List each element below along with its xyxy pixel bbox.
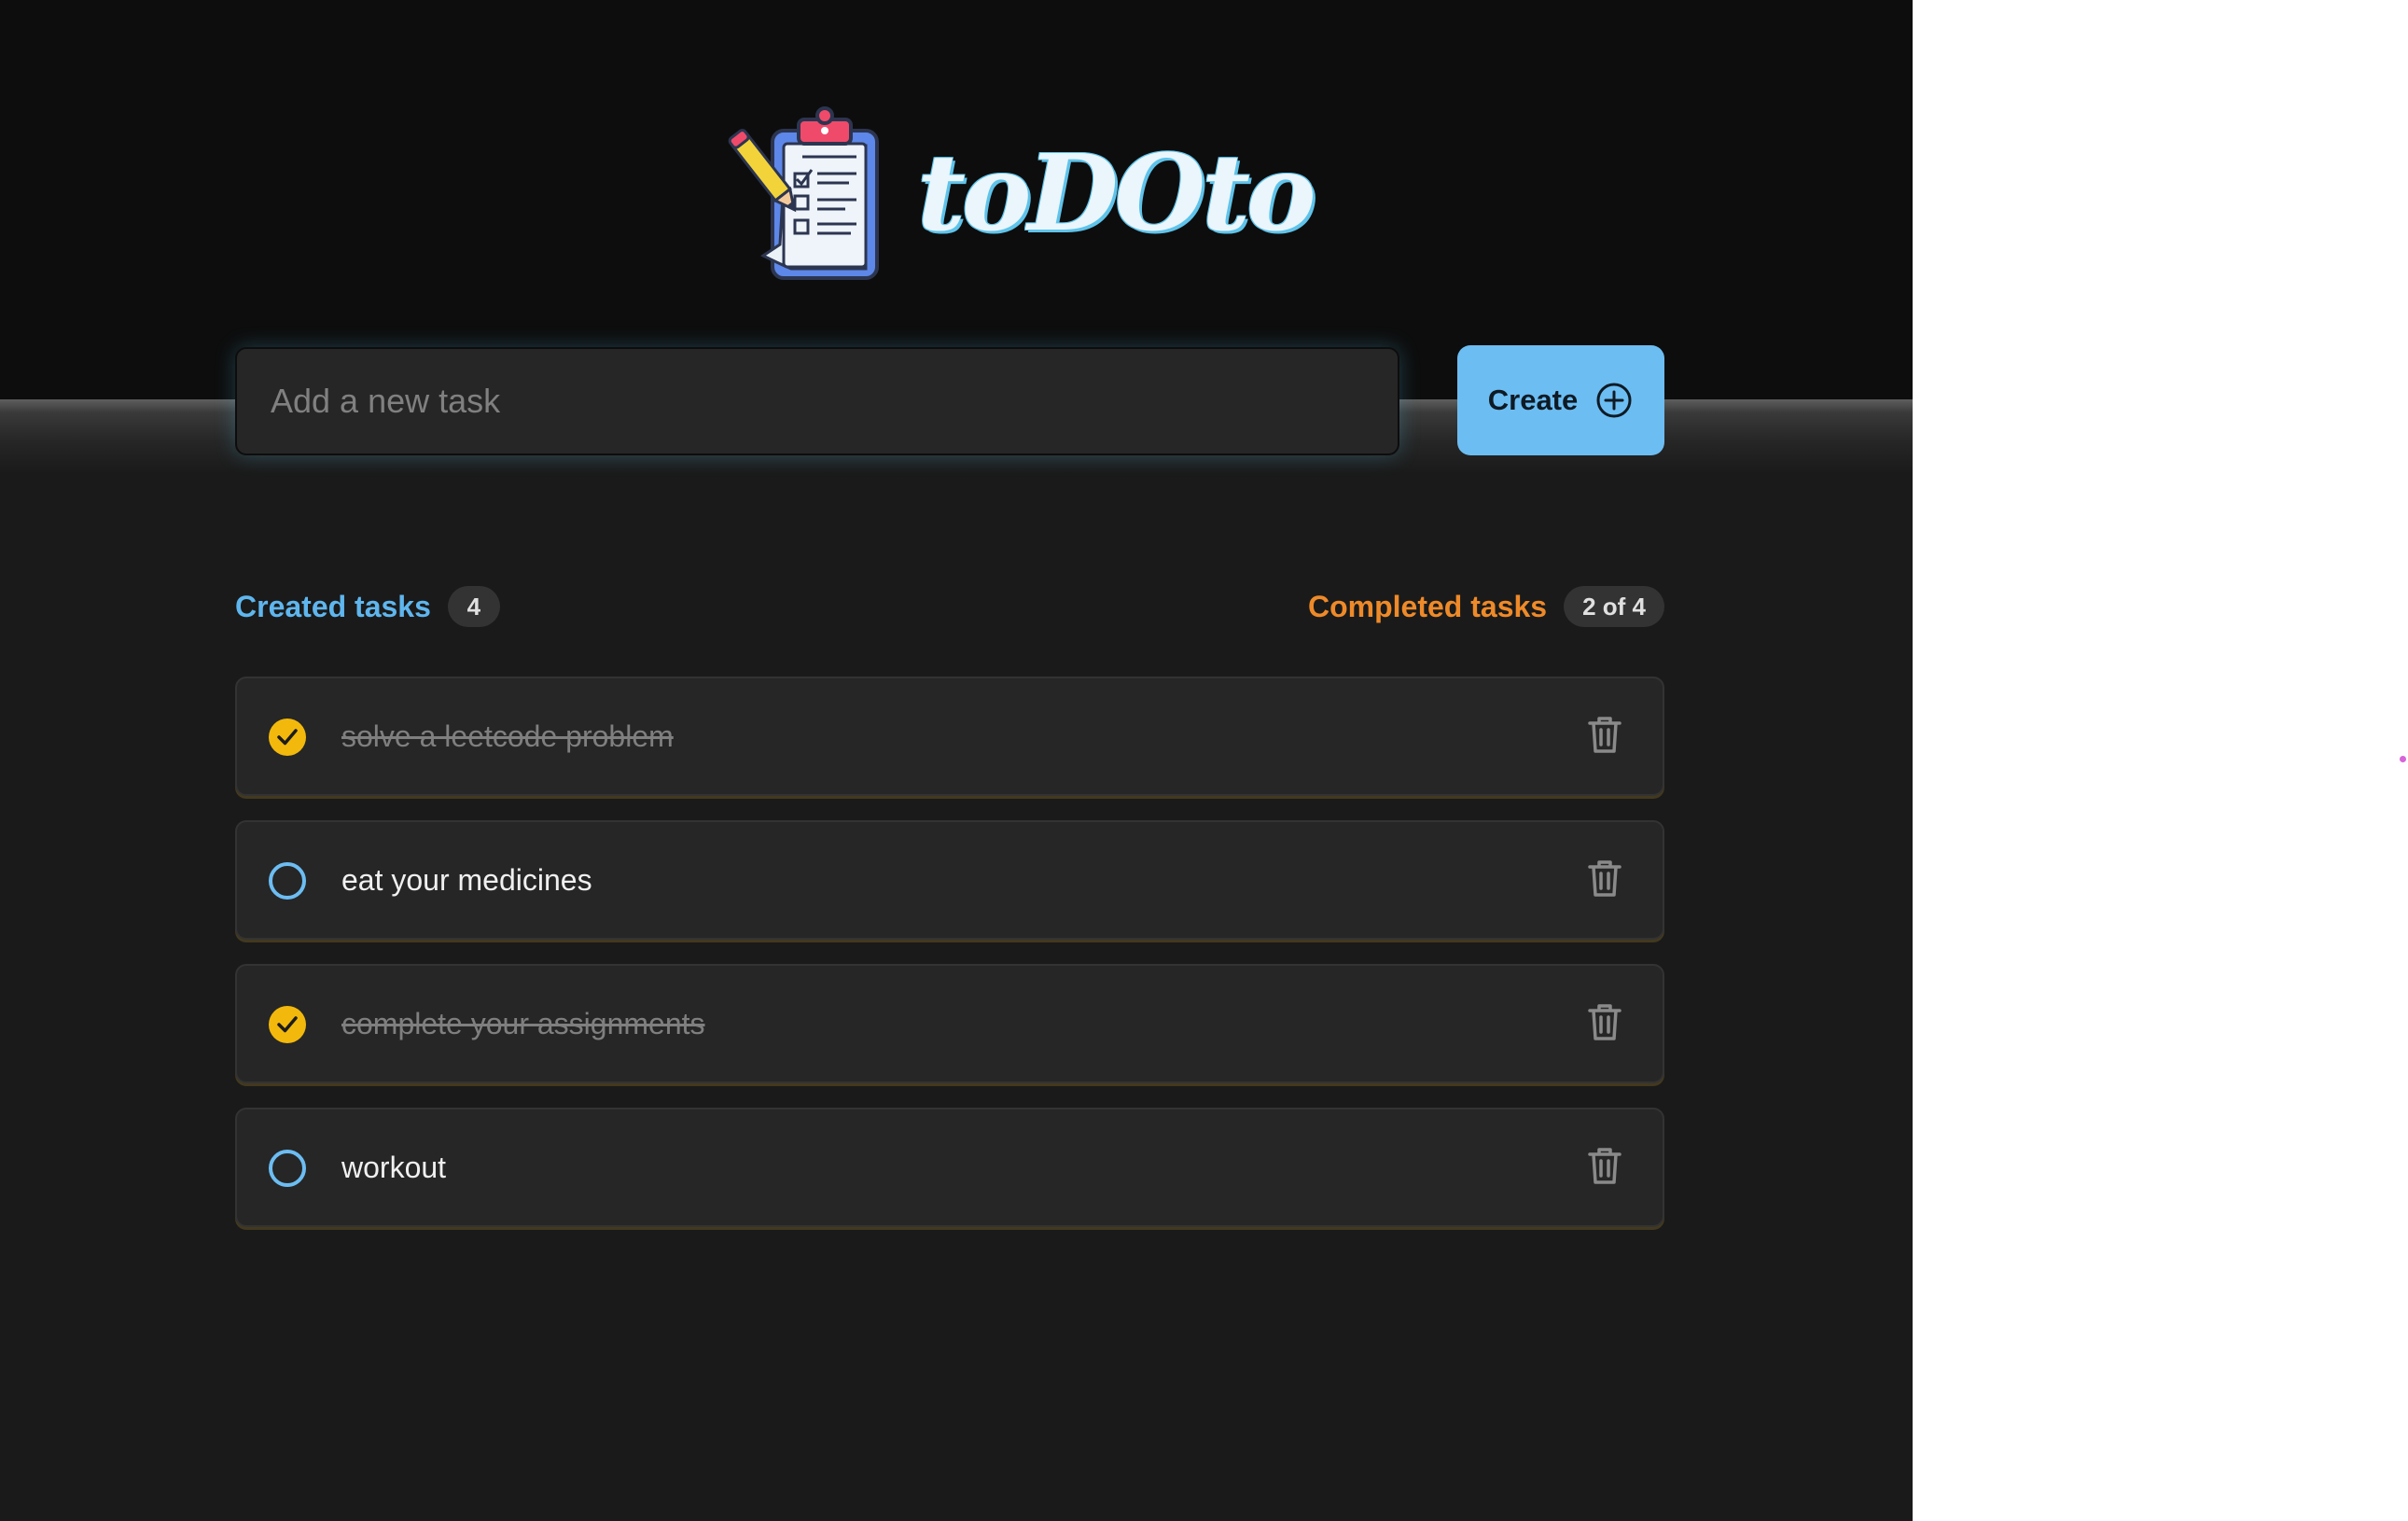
task-list: solve a leetcode problem eat your medici… bbox=[235, 677, 1664, 1251]
completed-tasks-count-badge: 2 of 4 bbox=[1564, 586, 1664, 627]
task-item: workout bbox=[235, 1108, 1664, 1227]
task-item: complete your assignments bbox=[235, 964, 1664, 1083]
task-checkbox[interactable] bbox=[269, 1150, 306, 1187]
create-button-label: Create bbox=[1487, 384, 1579, 416]
trash-icon[interactable] bbox=[1586, 858, 1623, 899]
task-text: solve a leetcode problem bbox=[341, 719, 674, 753]
checkmark-icon bbox=[277, 729, 298, 746]
task-counters: Created tasks 4 Completed tasks 2 of 4 bbox=[235, 584, 1664, 629]
todo-app: toDOto Create Created tasks 4 Completed … bbox=[0, 0, 1913, 1521]
create-task-button[interactable]: Create bbox=[1457, 345, 1664, 455]
task-item: solve a leetcode problem bbox=[235, 677, 1664, 796]
task-checkbox[interactable] bbox=[269, 862, 306, 900]
created-tasks-counter: Created tasks 4 bbox=[235, 584, 500, 629]
created-tasks-label: Created tasks bbox=[235, 589, 431, 623]
completed-tasks-counter: Completed tasks 2 of 4 bbox=[1308, 584, 1664, 629]
app-logo: toDOto bbox=[726, 105, 1316, 287]
created-tasks-count-badge: 4 bbox=[447, 586, 500, 627]
task-checkbox[interactable] bbox=[269, 1006, 306, 1043]
completed-tasks-label: Completed tasks bbox=[1308, 589, 1548, 623]
task-item: eat your medicines bbox=[235, 820, 1664, 940]
task-text: workout bbox=[341, 1150, 447, 1184]
trash-icon[interactable] bbox=[1586, 714, 1623, 755]
cursor-dot bbox=[2400, 756, 2406, 762]
checkmark-icon bbox=[277, 1016, 298, 1033]
trash-icon[interactable] bbox=[1586, 1145, 1623, 1186]
app-brand-name: toDOto bbox=[917, 133, 1316, 255]
plus-circle-icon bbox=[1596, 383, 1632, 418]
new-task-input[interactable] bbox=[235, 347, 1399, 455]
task-text: eat your medicines bbox=[341, 862, 592, 897]
trash-icon[interactable] bbox=[1586, 1001, 1623, 1042]
task-checkbox[interactable] bbox=[269, 719, 306, 756]
task-text: complete your assignments bbox=[341, 1006, 705, 1040]
clipboard-checklist-pencil-icon bbox=[728, 106, 879, 280]
